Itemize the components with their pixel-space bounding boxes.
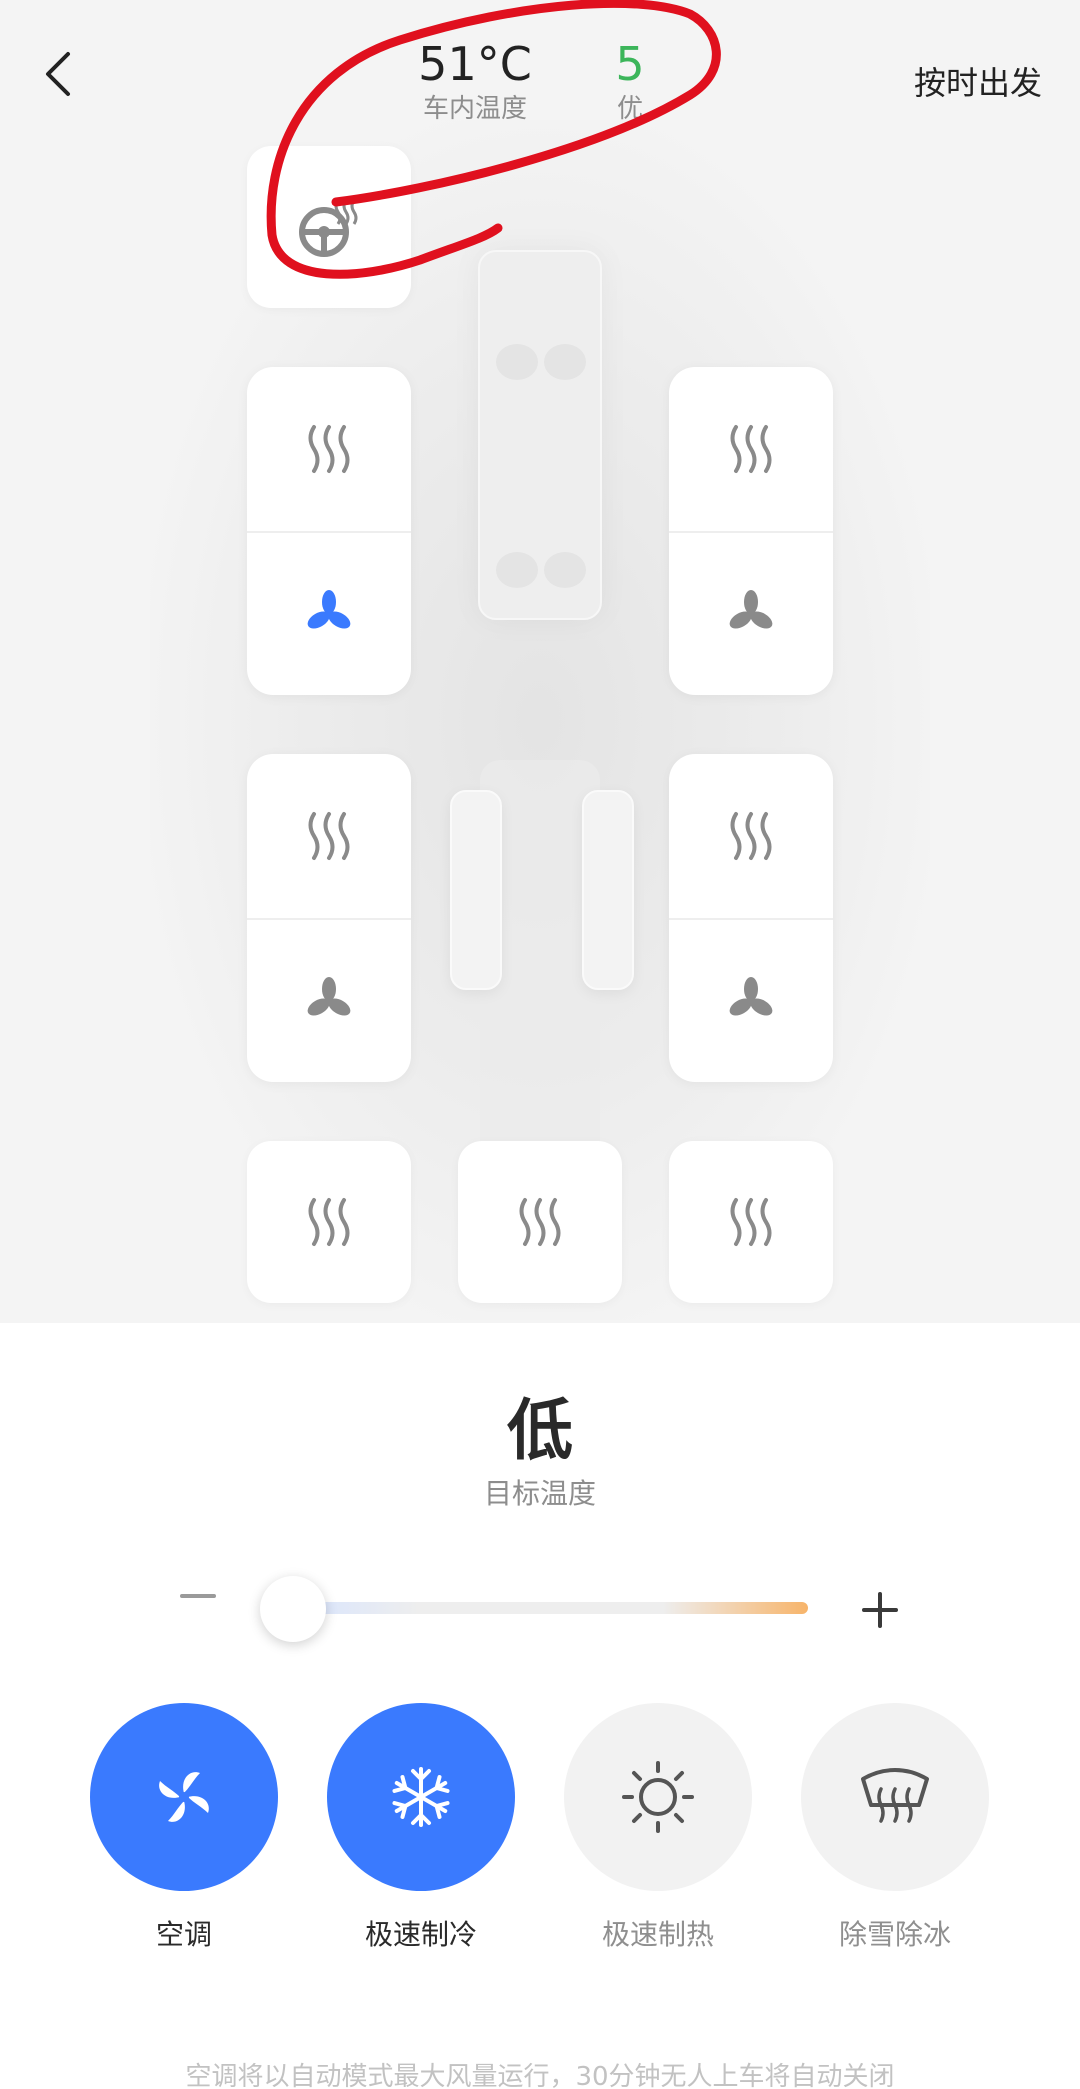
seat-vent-button[interactable] bbox=[669, 531, 833, 695]
mode-rapid-cool-button[interactable] bbox=[327, 1703, 515, 1891]
cabin-temp-label: 车内温度 bbox=[422, 94, 527, 124]
fan-icon bbox=[307, 977, 351, 1016]
third-row-left-heat-button[interactable] bbox=[247, 1141, 411, 1303]
snowflake-icon bbox=[390, 1767, 452, 1827]
mode-defrost-button[interactable] bbox=[801, 1703, 989, 1891]
mode-ac[interactable]: 空调 bbox=[90, 1703, 278, 1953]
heat-icon bbox=[519, 1198, 561, 1246]
mode-rapid-heat-button[interactable] bbox=[564, 1703, 752, 1891]
decrease-temperature-button[interactable] bbox=[180, 1594, 216, 1598]
third-row-right-heat-button[interactable] bbox=[669, 1141, 833, 1303]
heat-icon bbox=[308, 1198, 350, 1246]
air-quality: 5 优 bbox=[600, 36, 660, 126]
fan-icon bbox=[307, 590, 351, 629]
heat-icon bbox=[730, 812, 772, 860]
heat-icon bbox=[308, 425, 350, 473]
seat-heat-button[interactable] bbox=[247, 367, 411, 531]
third-row-middle-heat-button[interactable] bbox=[458, 1141, 622, 1303]
cabin-temperature: 51°C 车内温度 bbox=[400, 36, 550, 126]
armrest-left bbox=[450, 790, 502, 990]
heat-icon bbox=[308, 812, 350, 860]
seat-vent-button[interactable] bbox=[669, 918, 833, 1082]
scheduled-departure-button[interactable]: 按时出发 bbox=[914, 58, 1042, 104]
sun-icon bbox=[622, 1761, 694, 1833]
seat-heat-button[interactable] bbox=[669, 367, 833, 531]
mode-rapid-heat[interactable]: 极速制热 bbox=[564, 1703, 752, 1953]
footer-note: 空调将以自动模式最大风量运行，30分钟无人上车将自动关闭 bbox=[185, 2062, 895, 2089]
ac-fan-icon bbox=[159, 1772, 209, 1822]
mode-rapid-cool-label: 极速制冷 bbox=[364, 1918, 477, 1951]
mode-ac-button[interactable] bbox=[90, 1703, 278, 1891]
seat-front-passenger bbox=[669, 367, 833, 695]
center-console bbox=[478, 250, 602, 620]
mode-rapid-heat-label: 极速制热 bbox=[601, 1918, 714, 1951]
defrost-icon bbox=[861, 1768, 929, 1823]
air-quality-value: 5 bbox=[615, 37, 645, 91]
heat-icon bbox=[730, 1198, 772, 1246]
seat-heat-button[interactable] bbox=[247, 754, 411, 918]
mode-defrost-label: 除雪除冰 bbox=[838, 1918, 951, 1951]
steering-wheel-heat-button[interactable] bbox=[247, 146, 411, 308]
back-button[interactable] bbox=[38, 48, 78, 100]
mode-defrost[interactable]: 除雪除冰 bbox=[801, 1703, 989, 1953]
heat-icon bbox=[730, 425, 772, 473]
seat-vent-button[interactable] bbox=[247, 531, 411, 695]
fan-icon bbox=[729, 590, 773, 629]
seat-driver bbox=[247, 367, 411, 695]
seat-vent-button[interactable] bbox=[247, 918, 411, 1082]
mode-ac-label: 空调 bbox=[155, 1918, 212, 1951]
air-quality-label: 优 bbox=[616, 94, 643, 124]
temperature-slider-thumb[interactable] bbox=[260, 1576, 326, 1642]
seat-rear-right bbox=[669, 754, 833, 1082]
seat-rear-left bbox=[247, 754, 411, 1082]
mode-rapid-cool[interactable]: 极速制冷 bbox=[327, 1703, 515, 1953]
increase-temperature-button[interactable] bbox=[862, 1592, 898, 1628]
cabin-map bbox=[0, 0, 1080, 1323]
seat-heat-button[interactable] bbox=[669, 754, 833, 918]
fan-icon bbox=[729, 977, 773, 1016]
target-temperature-value: 低 bbox=[507, 1392, 573, 1469]
temperature-slider-track[interactable] bbox=[290, 1602, 808, 1614]
steering-wheel-heat-icon bbox=[299, 199, 358, 257]
cabin-temp-value: 51°C bbox=[418, 37, 532, 91]
target-temperature-label: 目标温度 bbox=[483, 1477, 596, 1510]
armrest-right bbox=[582, 790, 634, 990]
chevron-left-icon bbox=[46, 52, 70, 96]
